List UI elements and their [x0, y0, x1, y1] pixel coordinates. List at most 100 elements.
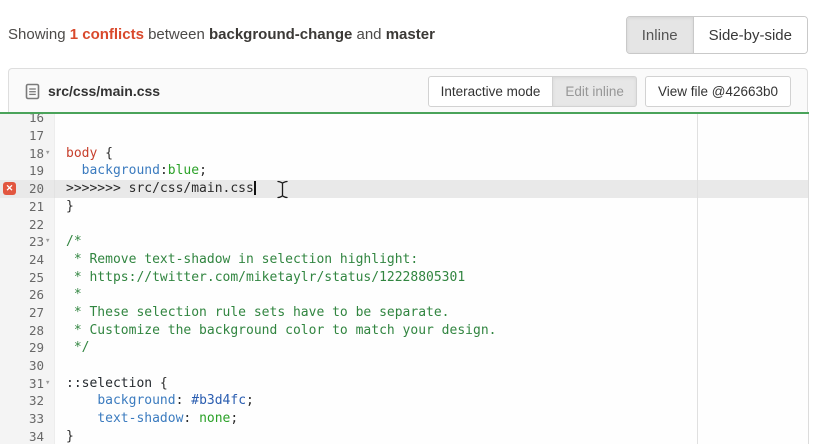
code-line-text[interactable]: * Remove text-shadow in selection highli…: [55, 251, 418, 269]
line-number: 21: [29, 199, 44, 214]
gutter-cell: 26: [0, 286, 55, 304]
code-line-24[interactable]: 24 * Remove text-shadow in selection hig…: [0, 251, 808, 269]
file-path: src/css/main.css: [48, 83, 160, 99]
code-line-text[interactable]: *: [55, 286, 82, 304]
code-line-17[interactable]: 17: [0, 127, 808, 145]
code-line-text[interactable]: * https://twitter.com/miketaylr/status/1…: [55, 269, 465, 287]
conflict-error-icon: ✕: [3, 182, 16, 195]
gutter-cell: 28: [0, 322, 55, 340]
code-line-26[interactable]: 26 *: [0, 286, 808, 304]
code-line-32[interactable]: 32 background: #b3d4fc;: [0, 392, 808, 410]
code-line-text[interactable]: /*: [55, 233, 82, 251]
fold-toggle-icon[interactable]: ▾: [45, 233, 54, 251]
line-number: 22: [29, 217, 44, 232]
mouse-ibeam-cursor: [276, 180, 289, 203]
code-line-text[interactable]: }: [55, 428, 74, 444]
file-title: src/css/main.css: [25, 83, 160, 100]
view-file-button[interactable]: View file @42663b0: [645, 76, 791, 107]
file-icon: [25, 83, 40, 100]
code-token: ;: [230, 411, 238, 426]
line-number: 27: [29, 305, 44, 320]
code-token: background: [82, 163, 160, 178]
code-lines-container: 161718▾body {19 background:blue;20✕>>>>>…: [0, 114, 808, 444]
code-line-27[interactable]: 27 * These selection rule sets have to b…: [0, 304, 808, 322]
code-line-text[interactable]: background:blue;: [55, 162, 207, 180]
code-token: [66, 411, 97, 426]
code-line-text[interactable]: [55, 114, 66, 127]
code-line-23[interactable]: 23▾ /*: [0, 233, 808, 251]
line-number: 34: [29, 429, 44, 444]
code-line-28[interactable]: 28 * Customize the background color to m…: [0, 322, 808, 340]
code-line-22[interactable]: 22: [0, 216, 808, 234]
line-number: 31: [29, 376, 44, 391]
fold-toggle-icon[interactable]: ▾: [45, 145, 54, 163]
code-line-33[interactable]: 33 text-shadow: none;: [0, 410, 808, 428]
line-number: 29: [29, 340, 44, 355]
code-line-text[interactable]: }: [55, 198, 74, 216]
code-line-text[interactable]: [55, 357, 66, 375]
code-line-30[interactable]: 30: [0, 357, 808, 375]
code-line-18[interactable]: 18▾body {: [0, 145, 808, 163]
code-line-text[interactable]: body {: [55, 145, 113, 163]
gutter-cell: 29: [0, 339, 55, 357]
conflict-count: 1 conflicts: [70, 26, 144, 43]
code-token: none: [199, 411, 230, 426]
code-line-29[interactable]: 29 */: [0, 339, 808, 357]
code-line-16[interactable]: 16: [0, 114, 808, 127]
code-line-text[interactable]: [55, 216, 66, 234]
code-token: */: [66, 340, 89, 355]
line-number: 24: [29, 252, 44, 267]
code-line-34[interactable]: 34}: [0, 428, 808, 444]
line-number: 20: [29, 181, 44, 196]
code-token: :: [176, 393, 192, 408]
code-token: /*: [66, 234, 82, 249]
code-line-text[interactable]: */: [55, 339, 89, 357]
gutter-cell: 19: [0, 162, 55, 180]
code-line-31[interactable]: 31▾::selection {: [0, 375, 808, 393]
code-editor[interactable]: 161718▾body {19 background:blue;20✕>>>>>…: [0, 114, 809, 444]
gutter-cell: 34: [0, 428, 55, 444]
code-token: [66, 393, 97, 408]
code-token: *: [66, 287, 82, 302]
gutter-cell: 25: [0, 269, 55, 287]
gutter-cell: 30: [0, 357, 55, 375]
code-token: ;: [246, 393, 254, 408]
conflict-editor-page: Showing 1 conflicts between background-c…: [0, 0, 816, 444]
line-number: 33: [29, 411, 44, 426]
branch-name-source: background-change: [209, 26, 352, 43]
fold-toggle-icon[interactable]: ▾: [45, 375, 54, 393]
code-token: ::selection: [66, 376, 152, 391]
code-line-25[interactable]: 25 * https://twitter.com/miketaylr/statu…: [0, 269, 808, 287]
edit-inline-button[interactable]: Edit inline: [553, 76, 637, 107]
line-number: 17: [29, 128, 44, 143]
toggle-side-by-side-button[interactable]: Side-by-side: [693, 17, 807, 53]
interactive-mode-button[interactable]: Interactive mode: [428, 76, 554, 107]
line-number: 28: [29, 323, 44, 338]
code-line-20[interactable]: 20 ✕ >>>>>>> src/css/main.css: [0, 180, 808, 198]
line-number: 23: [29, 234, 44, 249]
code-line-21[interactable]: 21}: [0, 198, 808, 216]
toggle-inline-button[interactable]: Inline: [627, 17, 693, 53]
code-line-19[interactable]: 19 background:blue;: [0, 162, 808, 180]
gutter-cell: 27: [0, 304, 55, 322]
code-token: {: [152, 376, 168, 391]
code-line-text[interactable]: * Customize the background color to matc…: [55, 322, 496, 340]
code-line-text[interactable]: [55, 127, 66, 145]
editor-margin-line: [697, 114, 698, 444]
code-line-text[interactable]: * These selection rule sets have to be s…: [55, 304, 450, 322]
line-number: 18: [29, 146, 44, 161]
gutter-cell: 23▾: [0, 233, 55, 251]
gutter-cell: 24: [0, 251, 55, 269]
code-line-text[interactable]: text-shadow: none;: [55, 410, 238, 428]
conflict-summary: Showing 1 conflicts between background-c…: [8, 26, 435, 43]
edit-mode-button-group: Interactive mode Edit inline: [428, 76, 637, 107]
gutter-cell: 16: [0, 114, 55, 127]
code-line-text[interactable]: background: #b3d4fc;: [55, 392, 254, 410]
branch-name-target: master: [386, 26, 435, 43]
code-line-text[interactable]: >>>>>>> src/css/main.css: [55, 180, 256, 198]
gutter-cell: 18▾: [0, 145, 55, 163]
code-line-text[interactable]: ::selection {: [55, 375, 168, 393]
gutter-cell: 33: [0, 410, 55, 428]
code-token: ;: [199, 163, 207, 178]
code-token: text-shadow: [97, 411, 183, 426]
